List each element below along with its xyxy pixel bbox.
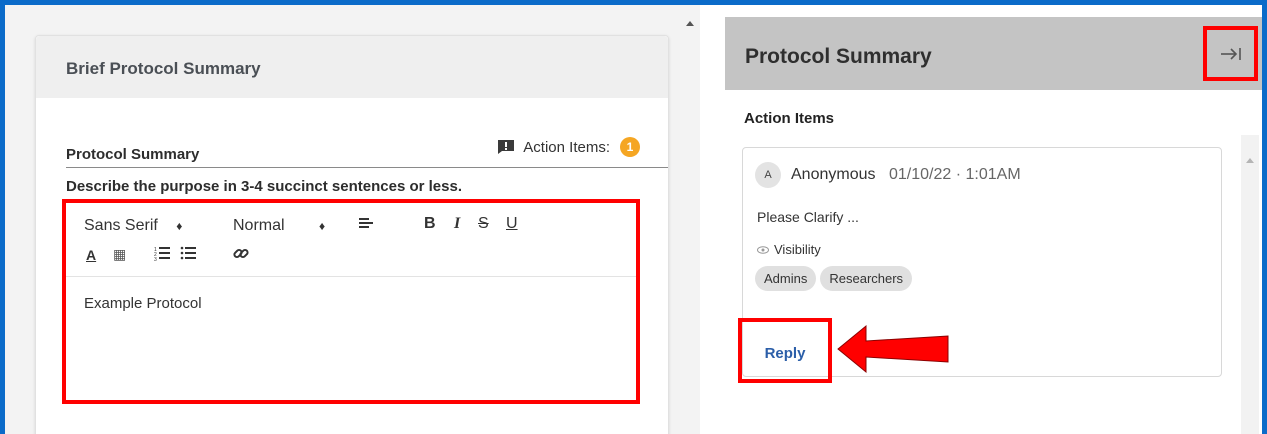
card-title: Brief Protocol Summary bbox=[66, 59, 261, 78]
field-help-text: Describe the purpose in 3-4 succinct sen… bbox=[66, 178, 462, 195]
comment-icon bbox=[498, 140, 515, 154]
reply-highlight: Reply bbox=[738, 318, 832, 383]
collapse-panel-button[interactable] bbox=[1203, 26, 1258, 81]
reply-button[interactable]: Reply bbox=[765, 345, 806, 362]
red-arrow-annotation bbox=[837, 324, 949, 374]
main-scrollbar[interactable] bbox=[681, 17, 699, 434]
visibility-tags: Admins Researchers bbox=[755, 266, 913, 291]
underline-icon[interactable]: U bbox=[506, 215, 518, 233]
eye-icon bbox=[757, 245, 769, 254]
font-family-select[interactable]: Sans Serif ♦ bbox=[84, 217, 182, 235]
app-frame: Brief Protocol Summary Protocol Summary … bbox=[5, 5, 1262, 434]
select-caret-icon: ♦ bbox=[319, 219, 326, 233]
comment-text: Please Clarify ... bbox=[757, 209, 859, 225]
text-color-icon[interactable]: A bbox=[86, 247, 96, 263]
font-family-value: Sans Serif bbox=[84, 217, 158, 234]
action-items-indicator[interactable]: Action Items: 1 bbox=[497, 137, 640, 157]
visibility-row: Visibility bbox=[757, 242, 821, 257]
visibility-label: Visibility bbox=[774, 242, 821, 257]
card-header: Brief Protocol Summary bbox=[36, 36, 668, 98]
link-icon[interactable] bbox=[233, 245, 249, 266]
avatar: A bbox=[755, 162, 781, 188]
panel-header: Protocol Summary bbox=[725, 17, 1262, 90]
protocol-summary-panel: Protocol Summary Action Items A Anonymou… bbox=[700, 5, 1262, 434]
font-size-value: Normal bbox=[233, 217, 285, 234]
collapse-right-icon bbox=[1220, 47, 1241, 60]
panel-title: Protocol Summary bbox=[745, 45, 932, 68]
align-icon[interactable] bbox=[358, 215, 374, 236]
tag-admins: Admins bbox=[755, 266, 817, 291]
tag-researchers: Researchers bbox=[820, 266, 913, 291]
italic-icon[interactable]: I bbox=[454, 215, 460, 233]
action-items-label: Action Items: bbox=[523, 138, 610, 156]
brief-protocol-summary-card: Brief Protocol Summary Protocol Summary … bbox=[35, 35, 669, 434]
action-items-count-badge: 1 bbox=[620, 137, 640, 157]
svg-text:3: 3 bbox=[154, 257, 157, 261]
select-caret-icon: ♦ bbox=[176, 219, 183, 233]
comment-author: Anonymous bbox=[791, 166, 876, 183]
rich-text-editor: Sans Serif ♦ Normal ♦ B I S U A ▦ 123 Ex… bbox=[62, 199, 640, 404]
action-items-heading: Action Items bbox=[744, 110, 835, 127]
comment-timestamp: 01/10/22 · 1:01AM bbox=[889, 166, 1021, 183]
bullet-list-icon[interactable] bbox=[180, 245, 196, 266]
scroll-up-icon[interactable] bbox=[686, 21, 694, 26]
panel-scrollbar[interactable] bbox=[1241, 135, 1259, 434]
protocol-summary-label: Protocol Summary bbox=[66, 146, 200, 163]
ordered-list-icon[interactable]: 123 bbox=[154, 245, 170, 266]
field-divider bbox=[66, 167, 668, 168]
editor-content[interactable]: Example Protocol bbox=[84, 295, 202, 312]
editor-toolbar: Sans Serif ♦ Normal ♦ B I S U A ▦ 123 bbox=[66, 203, 636, 277]
font-size-select[interactable]: Normal ♦ bbox=[233, 217, 325, 235]
comment-card: A Anonymous 01/10/22 · 1:01AM Please Cla… bbox=[738, 147, 1222, 383]
bold-icon[interactable]: B bbox=[424, 215, 436, 233]
strikethrough-icon[interactable]: S bbox=[478, 215, 489, 233]
background-color-icon[interactable]: ▦ bbox=[113, 246, 126, 263]
scroll-up-icon[interactable] bbox=[1246, 158, 1254, 163]
